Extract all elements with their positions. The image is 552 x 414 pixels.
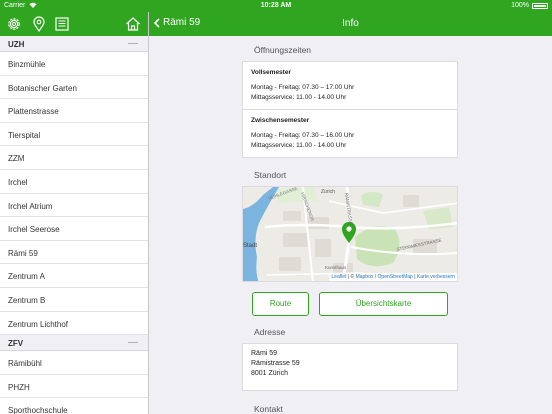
address-line: 8001 Zürich (251, 370, 288, 377)
hours-heading: Vollsemester (251, 69, 291, 76)
detail-navbar: Rämi 59 Info (149, 12, 552, 36)
opening-hours-title: Öffnungszeiten (254, 45, 312, 55)
map-label: Stadt (243, 243, 257, 249)
map-label: Kunsthaus (325, 265, 347, 270)
mapbox-link[interactable]: Mapbox (356, 274, 374, 280)
sidebar-item-zzm[interactable]: ZZM (0, 146, 148, 170)
sidebar-item-sporthochschule[interactable]: Sporthochschule (0, 398, 148, 414)
map-attribution: Leaflet | © Mapbox / OpenStreetMap | Kar… (329, 273, 457, 281)
address-line: Rämistrasse 59 (251, 360, 300, 367)
sidebar-item-zentrum-lichthof[interactable]: Zentrum Lichthof (0, 312, 148, 336)
collapse-icon[interactable] (128, 342, 138, 344)
address-title: Adresse (254, 327, 286, 337)
menu-list-icon[interactable] (54, 16, 70, 32)
sidebar-item-zentrum-a[interactable]: Zentrum A (0, 264, 148, 288)
hours-line: Mittagsservice: 11.00 - 14.00 Uhr (251, 94, 347, 101)
app-window: Carrier 10:28 AM 100% Rämi 59 Info UZH B… (0, 0, 552, 414)
sidebar-item-raemi-59[interactable]: Rämi 59 (0, 241, 148, 265)
sidebar-item-phzh[interactable]: PHZH (0, 375, 148, 399)
sidebar-navbar (0, 12, 148, 36)
section-title: ZFV (8, 339, 24, 349)
contact-title: Kontakt (254, 404, 283, 414)
address-line: Rämi 59 (251, 350, 278, 357)
sidebar-item-raemibuehl[interactable]: Rämibühl (0, 351, 148, 375)
location-map[interactable]: HÜHLEGASSE Zürich RÄMISTRASSE STEINWIESS… (242, 186, 458, 282)
leaflet-link[interactable]: Leaflet (331, 274, 346, 280)
hours-heading: Zwischensemester (251, 117, 310, 124)
hours-block-zwischensemester: Zwischensemester Montag - Freitag: 07.30… (243, 109, 457, 157)
hours-line: Montag - Freitag: 07.30 – 16.00 Uhr (251, 132, 355, 139)
page-title: Info (342, 18, 359, 29)
location-title: Standort (254, 170, 287, 180)
home-icon[interactable] (125, 16, 141, 32)
hours-block-vollsemester: Vollsemester Montag - Freitag: 07.30 – 1… (243, 62, 457, 109)
section-header-zfv[interactable]: ZFV (0, 335, 148, 352)
section-header-uzh[interactable]: UZH (0, 36, 148, 52)
overview-map-button[interactable]: Übersichtskarte (319, 292, 448, 316)
detail-pane[interactable]: Öffnungszeiten Vollsemester Montag - Fre… (149, 36, 552, 414)
address-text: Rämi 59 Rämistrasse 59 8001 Zürich (243, 344, 457, 384)
status-time: 10:28 AM (260, 2, 292, 9)
sidebar-item-irchel-atrium[interactable]: Irchel Atrium (0, 194, 148, 218)
battery-status: 100% (511, 2, 548, 9)
hours-line: Montag - Freitag: 07.30 – 17.00 Uhr (251, 84, 355, 91)
map-label: Zürich (321, 189, 335, 195)
sidebar-item-binzmuehle[interactable]: Binzmühle (0, 52, 148, 76)
gear-icon[interactable] (6, 16, 22, 32)
collapse-icon[interactable] (128, 43, 138, 44)
improve-map-link[interactable]: Karte verbessern (417, 274, 455, 280)
map-tiles[interactable]: HÜHLEGASSE Zürich RÄMISTRASSE STEINWIESS… (243, 187, 458, 282)
sidebar-item-irchel-seerose[interactable]: Irchel Seerose (0, 217, 148, 241)
section-title: UZH (8, 40, 25, 49)
map-pin-icon[interactable] (31, 16, 47, 32)
route-button[interactable]: Route (252, 292, 309, 316)
address-card: Rämi 59 Rämistrasse 59 8001 Zürich (242, 343, 458, 391)
attribution-separator: | © (346, 274, 356, 280)
openstreetmap-link[interactable]: OpenStreetMap (378, 274, 413, 280)
sidebar-item-plattenstrasse[interactable]: Plattenstrasse (0, 99, 148, 123)
battery-icon (532, 2, 548, 9)
hours-line: Mittagsservice: 11.00 - 14.00 Uhr (251, 142, 347, 149)
status-bar: Carrier 10:28 AM 100% (0, 0, 552, 12)
sidebar-item-tierspital[interactable]: Tierspital (0, 123, 148, 147)
sidebar-item-irchel[interactable]: Irchel (0, 170, 148, 194)
battery-percent: 100% (511, 2, 529, 9)
sidebar[interactable]: UZH Binzmühle Botanischer Garten Platten… (0, 36, 148, 414)
opening-hours-card: Vollsemester Montag - Freitag: 07.30 – 1… (242, 61, 458, 158)
sidebar-item-botanischer-garten[interactable]: Botanischer Garten (0, 76, 148, 100)
sidebar-item-zentrum-b[interactable]: Zentrum B (0, 288, 148, 312)
